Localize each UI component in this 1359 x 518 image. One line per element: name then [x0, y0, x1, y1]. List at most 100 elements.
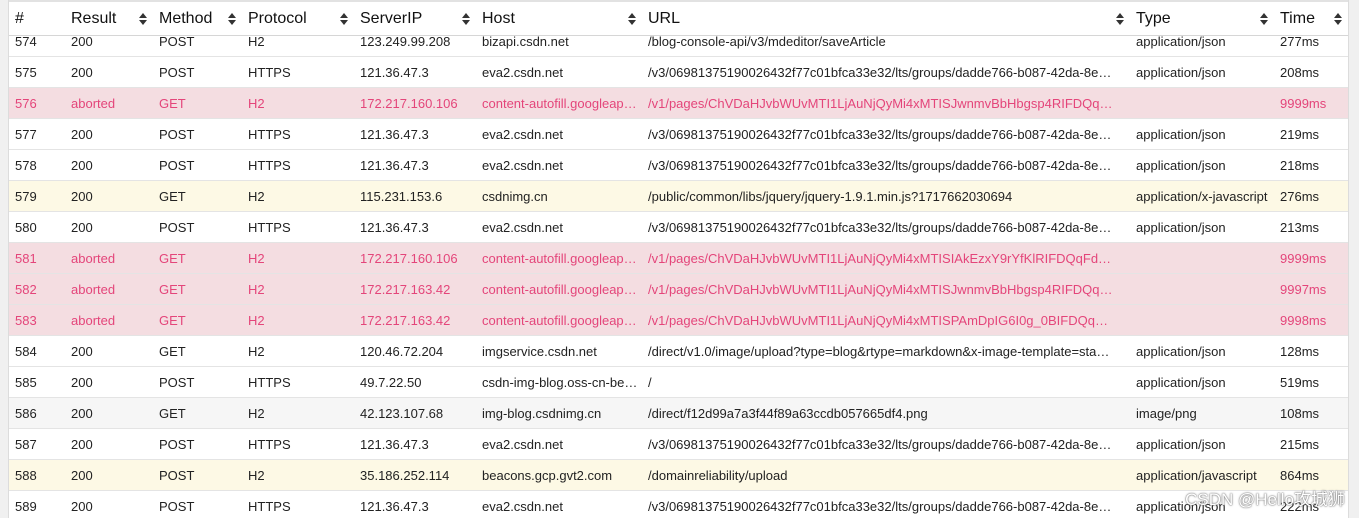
cell-method: POST	[159, 127, 195, 142]
cell-number: 578	[15, 158, 37, 173]
column-header-label: ServerIP	[360, 10, 423, 27]
cell-url: /direct/f12d99a7a3f44f89a63ccdb057665df4…	[648, 406, 928, 421]
cell-host: eva2.csdn.net	[482, 499, 563, 514]
table-row[interactable]: 585 200 POST HTTPS 49.7.22.50 csdn-img-b…	[9, 367, 1348, 398]
cell-result: 200	[71, 158, 93, 173]
cell-method: POST	[159, 36, 195, 49]
table-row[interactable]: 577 200 POST HTTPS 121.36.47.3 eva2.csdn…	[9, 119, 1348, 150]
table-row[interactable]: 575 200 POST HTTPS 121.36.47.3 eva2.csdn…	[9, 57, 1348, 88]
cell-type: application/json	[1136, 375, 1226, 390]
cell-url: /blog-console-api/v3/mdeditor/saveArticl…	[648, 36, 886, 49]
cell-type: application/json	[1136, 437, 1226, 452]
table-row[interactable]: 576 aborted GET H2 172.217.160.106 conte…	[9, 88, 1348, 119]
cell-number: 576	[15, 96, 37, 111]
cell-time: 519ms	[1280, 375, 1320, 390]
cell-type: application/x-javascript	[1136, 189, 1268, 204]
table-row[interactable]: 578 200 POST HTTPS 121.36.47.3 eva2.csdn…	[9, 150, 1348, 181]
table-row[interactable]: 586 200 GET H2 42.123.107.68 img-blog.cs…	[9, 398, 1348, 429]
cell-method: POST	[159, 220, 195, 235]
cell-host: content-autofill.googleap…	[482, 313, 637, 328]
column-header-url[interactable]: URL	[642, 2, 1130, 36]
cell-url: /v1/pages/ChVDaHJvbWUvMTI1LjAuNjQyMi4xMT…	[648, 251, 1112, 266]
cell-host: eva2.csdn.net	[482, 220, 563, 235]
table-row[interactable]: 587 200 POST HTTPS 121.36.47.3 eva2.csdn…	[9, 429, 1348, 460]
session-grid: # Result Method Protocol ServerIP Host U…	[9, 0, 1348, 518]
cell-host: content-autofill.googleap…	[482, 251, 637, 266]
sort-arrows-icon	[1114, 11, 1126, 27]
cell-time: 9999ms	[1280, 96, 1327, 111]
cell-url: /	[648, 375, 652, 390]
cell-method: POST	[159, 65, 195, 80]
cell-result: 200	[71, 375, 93, 390]
session-rows: 574 200 POST H2 123.249.99.208 bizapi.cs…	[9, 36, 1348, 518]
cell-protocol: HTTPS	[248, 65, 291, 80]
table-row[interactable]: 580 200 POST HTTPS 121.36.47.3 eva2.csdn…	[9, 212, 1348, 243]
cell-method: GET	[159, 251, 186, 266]
column-header-method[interactable]: Method	[153, 2, 242, 36]
table-row[interactable]: 583 aborted GET H2 172.217.163.42 conten…	[9, 305, 1348, 336]
cell-protocol: H2	[248, 468, 265, 483]
cell-server-ip: 120.46.72.204	[360, 344, 444, 359]
cell-method: GET	[159, 96, 186, 111]
cell-method: GET	[159, 282, 186, 297]
column-header-server-ip[interactable]: ServerIP	[354, 2, 476, 36]
column-header-type[interactable]: Type	[1130, 2, 1274, 36]
cell-protocol: HTTPS	[248, 499, 291, 514]
cell-host: eva2.csdn.net	[482, 158, 563, 173]
cell-host: csdnimg.cn	[482, 189, 548, 204]
table-row[interactable]: 579 200 GET H2 115.231.153.6 csdnimg.cn …	[9, 181, 1348, 212]
table-row[interactable]: 582 aborted GET H2 172.217.163.42 conten…	[9, 274, 1348, 305]
cell-method: POST	[159, 375, 195, 390]
table-row[interactable]: 589 200 POST HTTPS 121.36.47.3 eva2.csdn…	[9, 491, 1348, 518]
cell-server-ip: 42.123.107.68	[360, 406, 444, 421]
sort-arrows-icon	[338, 11, 350, 27]
column-header-number[interactable]: #	[9, 2, 65, 36]
cell-protocol: HTTPS	[248, 220, 291, 235]
cell-number: 580	[15, 220, 37, 235]
cell-protocol: H2	[248, 96, 265, 111]
grid-body: 574 200 POST H2 123.249.99.208 bizapi.cs…	[9, 36, 1348, 518]
cell-result: aborted	[71, 282, 116, 297]
cell-method: POST	[159, 437, 195, 452]
column-header-label: Method	[159, 10, 213, 27]
cell-result: 200	[71, 406, 93, 421]
column-header-result[interactable]: Result	[65, 2, 153, 36]
cell-type: application/json	[1136, 220, 1226, 235]
cell-url: /v3/06981375190026432f77c01bfca33e32/lts…	[648, 65, 1112, 80]
cell-protocol: H2	[248, 406, 265, 421]
cell-method: GET	[159, 406, 186, 421]
column-header-label: Host	[482, 10, 515, 27]
cell-host: eva2.csdn.net	[482, 127, 563, 142]
cell-time: 128ms	[1280, 344, 1320, 359]
vertical-scrollbar[interactable]	[1348, 0, 1359, 518]
cell-result: aborted	[71, 313, 116, 328]
cell-time: 276ms	[1280, 189, 1320, 204]
cell-server-ip: 121.36.47.3	[360, 127, 429, 142]
column-header-time[interactable]: Time	[1274, 2, 1348, 36]
table-row[interactable]: 588 200 POST H2 35.186.252.114 beacons.g…	[9, 460, 1348, 491]
cell-server-ip: 172.217.163.42	[360, 313, 451, 328]
cell-protocol: H2	[248, 251, 265, 266]
cell-host: eva2.csdn.net	[482, 437, 563, 452]
cell-time: 108ms	[1280, 406, 1320, 421]
table-row[interactable]: 574 200 POST H2 123.249.99.208 bizapi.cs…	[9, 36, 1348, 57]
column-header-label: Result	[71, 10, 117, 27]
cell-number: 586	[15, 406, 37, 421]
cell-server-ip: 49.7.22.50	[360, 375, 422, 390]
cell-time: 9998ms	[1280, 313, 1327, 328]
cell-type	[1130, 88, 1274, 119]
cell-time: 219ms	[1280, 127, 1320, 142]
cell-number: 579	[15, 189, 37, 204]
cell-host: content-autofill.googleap…	[482, 282, 637, 297]
sort-arrows-icon	[460, 11, 472, 27]
table-row[interactable]: 584 200 GET H2 120.46.72.204 imgservice.…	[9, 336, 1348, 367]
column-header-protocol[interactable]: Protocol	[242, 2, 354, 36]
cell-result: 200	[71, 36, 93, 49]
column-header-host[interactable]: Host	[476, 2, 642, 36]
table-row[interactable]: 581 aborted GET H2 172.217.160.106 conte…	[9, 243, 1348, 274]
cell-host: img-blog.csdnimg.cn	[482, 406, 602, 421]
cell-method: GET	[159, 313, 186, 328]
cell-protocol: HTTPS	[248, 437, 291, 452]
column-header-label: URL	[648, 10, 681, 27]
cell-number: 584	[15, 344, 37, 359]
